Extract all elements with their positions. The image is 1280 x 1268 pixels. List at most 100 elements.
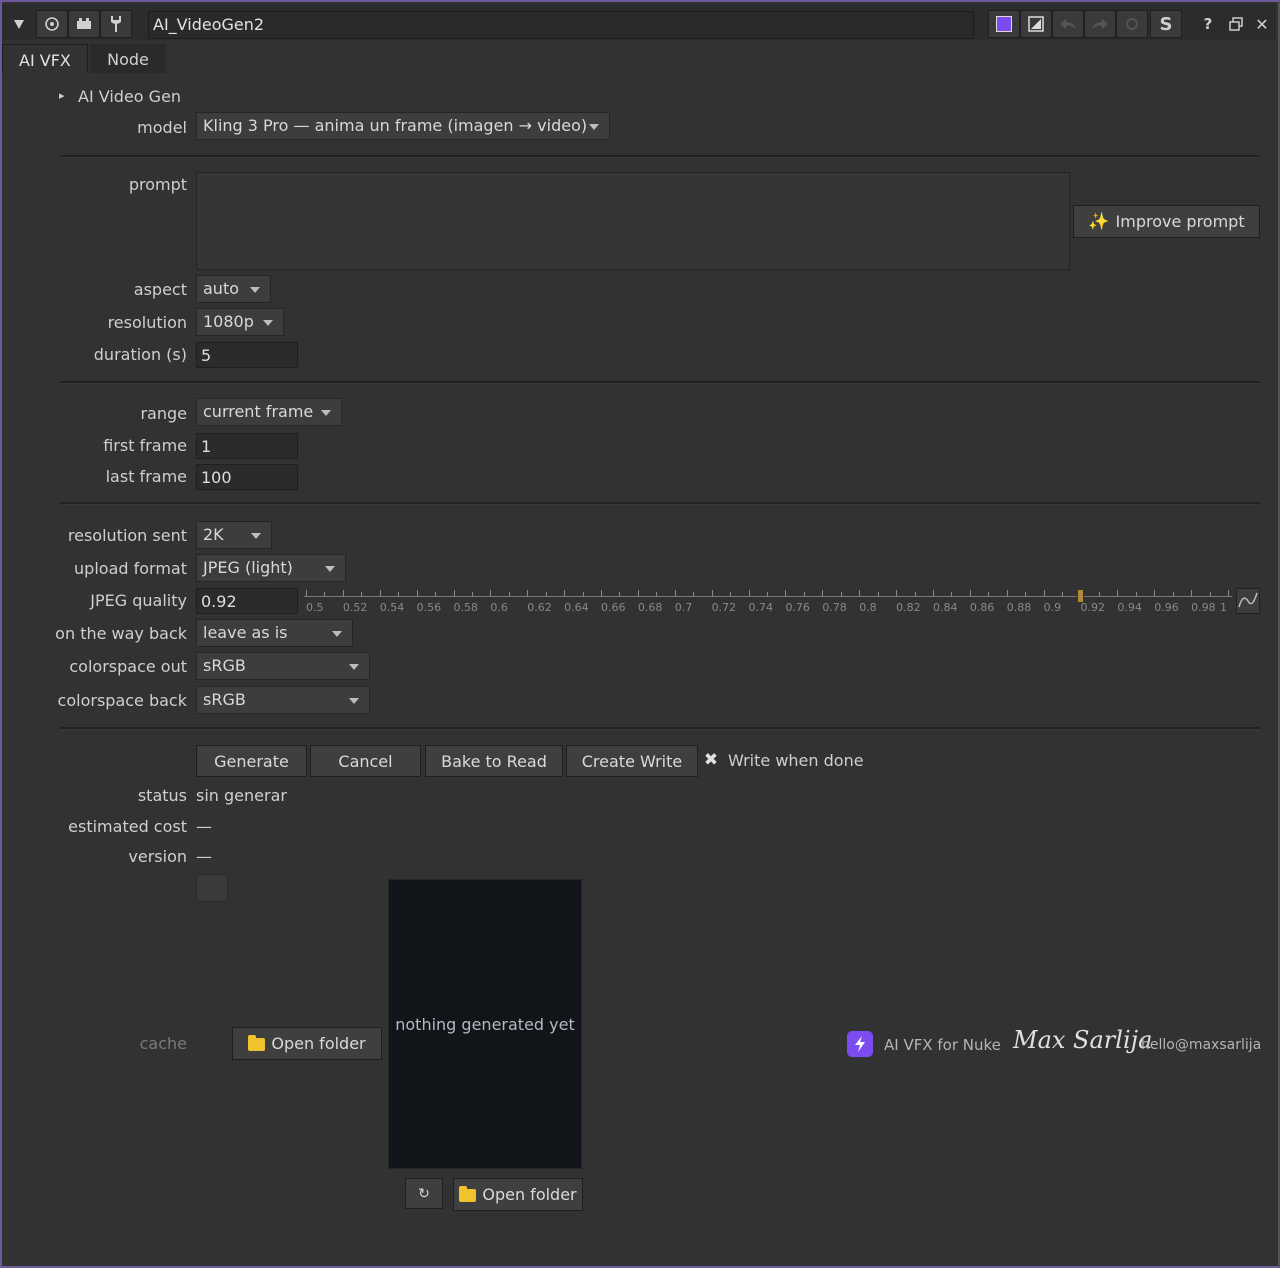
preview-placeholder: nothing generated yet bbox=[395, 1014, 575, 1034]
slider-tick-label: 0.78 bbox=[822, 601, 847, 614]
range-label: range bbox=[140, 404, 187, 423]
lightning-icon bbox=[847, 1031, 873, 1057]
duration-label: duration (s) bbox=[93, 345, 187, 364]
help-icon[interactable]: ? bbox=[1196, 10, 1220, 38]
slider-minor-tick bbox=[914, 592, 916, 597]
slider-track[interactable] bbox=[304, 596, 1232, 597]
duration-field[interactable]: 5 bbox=[196, 342, 298, 368]
slider-minor-tick bbox=[748, 590, 750, 597]
slider-tick-label: 0.66 bbox=[601, 601, 626, 614]
node-name-field[interactable]: AI_VideoGen2 bbox=[148, 11, 974, 39]
preview-open-folder-label: Open folder bbox=[482, 1185, 577, 1204]
generate-button[interactable]: Generate bbox=[196, 745, 307, 777]
edit-icon[interactable] bbox=[1020, 10, 1052, 38]
undo-icon[interactable] bbox=[1052, 10, 1084, 38]
divider bbox=[60, 727, 1260, 730]
on-the-way-back-dropdown[interactable]: leave as is bbox=[196, 619, 353, 647]
slider-minor-tick bbox=[656, 592, 658, 597]
jpeg-quality-field[interactable]: 0.92 bbox=[196, 588, 298, 614]
slider-minor-tick bbox=[1043, 590, 1045, 597]
color-chip[interactable] bbox=[196, 874, 228, 902]
chevron-down-icon bbox=[349, 698, 359, 704]
first-frame-field[interactable]: 1 bbox=[196, 433, 298, 459]
cancel-button[interactable]: Cancel bbox=[310, 745, 421, 777]
aspect-value: auto bbox=[203, 279, 240, 298]
redo-icon[interactable] bbox=[1084, 10, 1116, 38]
tab-node[interactable]: Node bbox=[90, 44, 166, 73]
jpeg-quality-slider[interactable]: 0.5 0.52 0.54 0.56 0.58 0.6 0.62 0.64 0.66 0.68 0.… bbox=[304, 586, 1232, 614]
estimated-cost-value: — bbox=[196, 817, 212, 836]
slider-handle[interactable] bbox=[1077, 589, 1085, 603]
resolution-dropdown[interactable]: 1080p bbox=[196, 308, 284, 336]
wrench-icon[interactable] bbox=[100, 10, 132, 38]
divider bbox=[60, 155, 1260, 158]
chevron-down-icon bbox=[332, 631, 342, 637]
node-icon[interactable] bbox=[68, 10, 100, 38]
cache-open-folder-button[interactable]: Open folder bbox=[232, 1027, 382, 1060]
tab-ai-vfx[interactable]: AI VFX bbox=[2, 44, 88, 73]
divider bbox=[60, 502, 1260, 505]
resolution-sent-dropdown[interactable]: 2K bbox=[196, 521, 272, 549]
color-swatch-icon[interactable] bbox=[988, 10, 1020, 38]
slider-tick-label: 0.62 bbox=[527, 601, 552, 614]
create-write-button[interactable]: Create Write bbox=[566, 745, 698, 777]
slider-tick-label: 0.58 bbox=[453, 601, 479, 614]
float-icon[interactable] bbox=[1224, 10, 1248, 38]
folder-icon bbox=[459, 1186, 477, 1202]
slider-tick-label: 0.96 bbox=[1154, 601, 1179, 614]
slider-minor-tick bbox=[564, 590, 566, 597]
curve-icon[interactable] bbox=[1236, 588, 1260, 614]
colorspace-out-dropdown[interactable]: sRGB bbox=[196, 652, 370, 680]
collapse-icon[interactable] bbox=[4, 10, 34, 38]
slider-tick-label: 0.9 bbox=[1043, 601, 1062, 614]
cache-label: cache bbox=[139, 1034, 187, 1053]
aspect-dropdown[interactable]: auto bbox=[196, 275, 271, 303]
slider-minor-tick bbox=[1135, 592, 1137, 597]
colorspace-back-dropdown[interactable]: sRGB bbox=[196, 686, 370, 714]
slider-minor-tick bbox=[508, 592, 510, 597]
estimated-cost-label: estimated cost bbox=[68, 817, 187, 836]
s-icon[interactable]: S bbox=[1150, 10, 1182, 38]
slider-minor-tick bbox=[1172, 592, 1174, 597]
improve-prompt-button[interactable]: ✨ Improve prompt bbox=[1073, 205, 1260, 238]
refresh-button[interactable]: ↻ bbox=[405, 1178, 443, 1209]
section-title[interactable]: AI Video Gen bbox=[78, 87, 181, 106]
slider-tick-label: 0.98 bbox=[1191, 601, 1216, 614]
colorspace-back-value: sRGB bbox=[203, 690, 246, 709]
chevron-down-icon bbox=[250, 287, 260, 293]
first-frame-label: first frame bbox=[103, 436, 187, 455]
slider-minor-tick bbox=[822, 590, 824, 597]
last-frame-field[interactable]: 100 bbox=[196, 464, 298, 490]
slider-minor-tick bbox=[601, 590, 603, 597]
range-dropdown[interactable]: current frame bbox=[196, 398, 342, 426]
sparkle-icon: ✨ bbox=[1088, 211, 1110, 232]
status-value: sin generar bbox=[196, 786, 287, 805]
revert-icon[interactable] bbox=[1116, 10, 1148, 38]
prompt-textarea[interactable] bbox=[196, 172, 1070, 270]
slider-minor-tick bbox=[674, 590, 676, 597]
slider-minor-tick bbox=[1154, 590, 1156, 597]
close-icon[interactable]: ✕ bbox=[1250, 10, 1274, 38]
slider-tick-label: 0.8 bbox=[859, 601, 877, 614]
slider-minor-tick bbox=[416, 590, 418, 597]
slider-minor-tick bbox=[951, 592, 953, 597]
circle-icon[interactable] bbox=[36, 10, 68, 38]
upload-format-dropdown[interactable]: JPEG (light) bbox=[196, 554, 346, 582]
version-value: — bbox=[196, 847, 212, 866]
slider-minor-tick bbox=[637, 590, 639, 597]
slider-tick-label: 0.56 bbox=[416, 601, 442, 614]
model-dropdown[interactable]: Kling 3 Pro — anima un frame (imagen → v… bbox=[196, 112, 610, 140]
preview-open-folder-button[interactable]: Open folder bbox=[453, 1178, 583, 1211]
prompt-label: prompt bbox=[128, 175, 187, 194]
model-label: model bbox=[137, 118, 187, 137]
tab-bar: AI VFX Node bbox=[2, 44, 1276, 73]
write-when-done-label: Write when done bbox=[728, 751, 864, 770]
chevron-down-icon bbox=[349, 664, 359, 670]
slider-minor-tick bbox=[877, 592, 879, 597]
slider-minor-tick bbox=[435, 592, 437, 597]
colorspace-out-label: colorspace out bbox=[69, 657, 187, 676]
bake-to-read-button[interactable]: Bake to Read bbox=[425, 745, 563, 777]
section-toggle-icon[interactable]: ▸ bbox=[59, 89, 65, 102]
chevron-down-icon bbox=[263, 320, 273, 326]
write-when-done-checkbox[interactable]: ✖ bbox=[702, 751, 720, 769]
